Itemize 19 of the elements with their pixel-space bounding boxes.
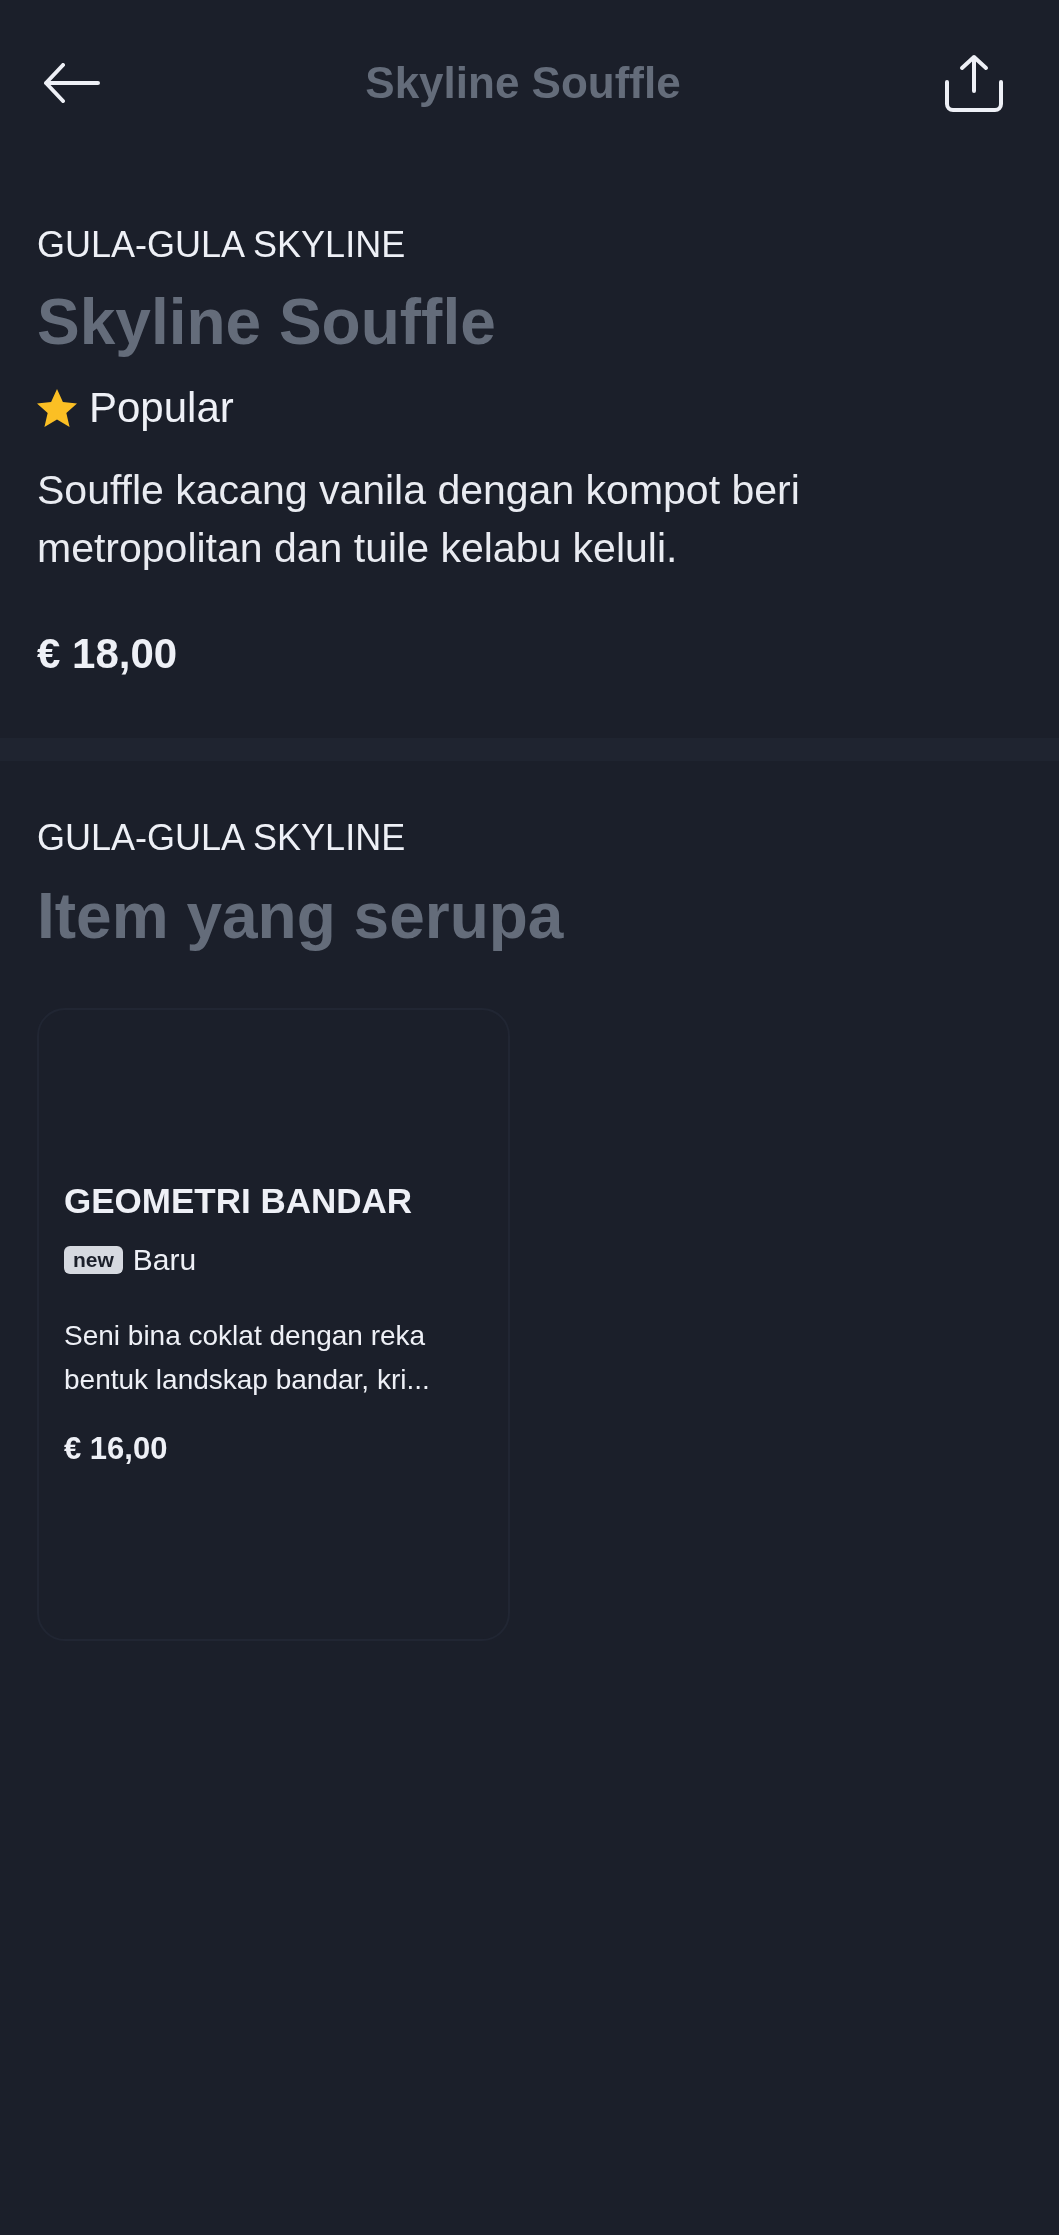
card-description: Seni bina coklat dengan reka bentuk landskap bandar, kri...	[64, 1319, 431, 1397]
star-icon	[37, 388, 77, 428]
section-title: Item yang serupa	[37, 879, 564, 954]
arrow-left-icon	[43, 63, 100, 103]
badge-label: Baru	[132, 1242, 197, 1278]
category-label: GULA-GULA SKYLINE	[37, 223, 406, 267]
back-button[interactable]	[43, 63, 100, 103]
page-title: Skyline Souffle	[365, 57, 681, 109]
card-price: € 16,00	[64, 1430, 168, 1468]
share-icon	[945, 54, 1003, 112]
card-title: GEOMETRI BANDAR	[64, 1180, 413, 1222]
product-price: € 18,00	[37, 629, 178, 679]
product-name: Skyline Souffle	[37, 285, 496, 360]
product-card[interactable]: GEOMETRI BANDAR new Baru Seni bina coklat dengan reka bentuk landskap bandar, kri... € 16,00	[37, 1008, 510, 1641]
product-description: Souffle kacang vanila dengan kompot beri metropolitan dan tuile kelabu keluli.	[37, 466, 801, 573]
badge-label: Popular	[89, 382, 234, 433]
new-tag: new	[64, 1246, 123, 1274]
category-label: GULA-GULA SKYLINE	[37, 816, 406, 860]
share-button[interactable]	[945, 54, 1003, 112]
